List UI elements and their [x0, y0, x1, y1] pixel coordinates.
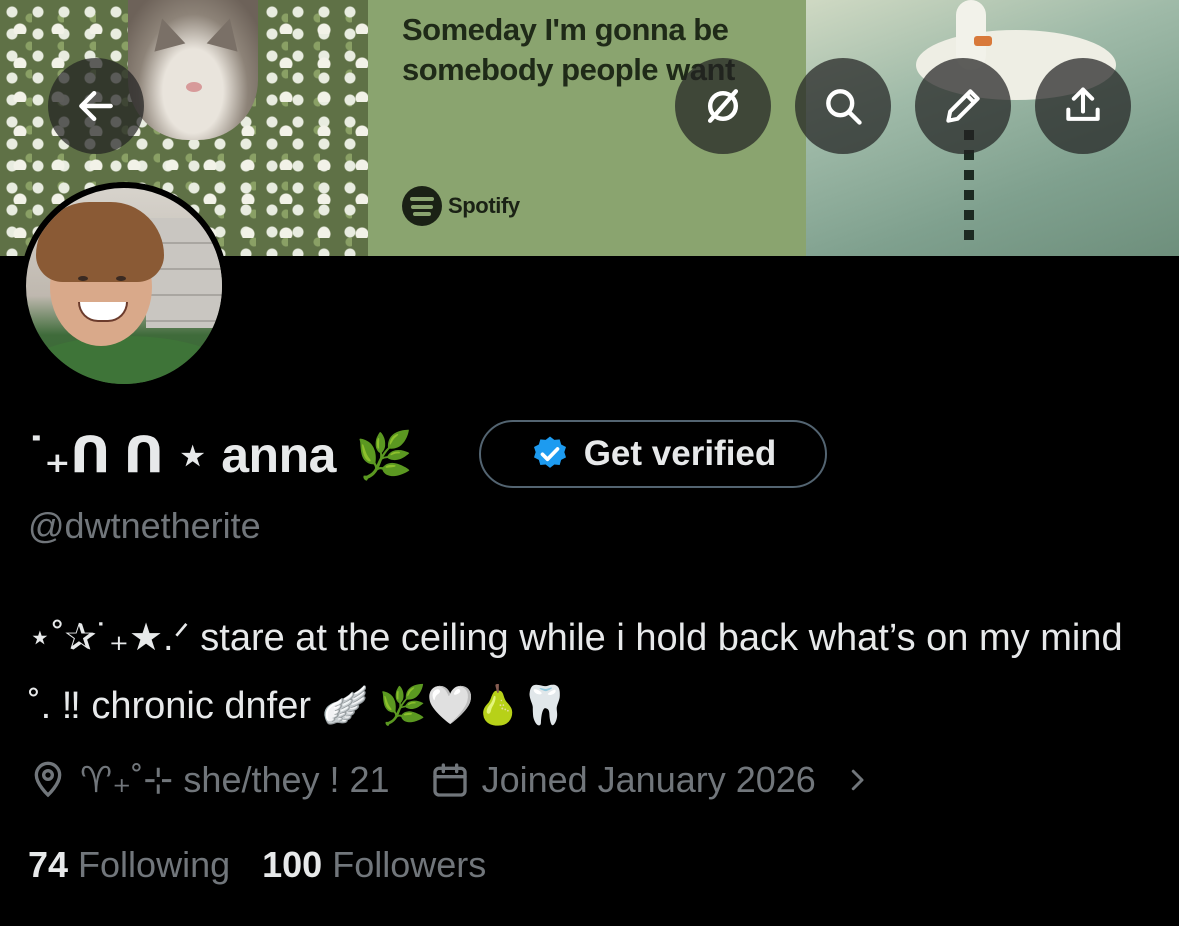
back-button[interactable] — [48, 58, 144, 154]
calendar-icon — [432, 763, 467, 797]
share-icon — [1066, 87, 1100, 121]
following-count: 74 — [28, 844, 69, 885]
user-handle: @dwtnetherite — [28, 505, 261, 546]
profile-meta-row: ♈︎₊˚⊹ she/they ! 21 Joined January 2026 — [28, 752, 872, 808]
following-label: Following — [78, 844, 231, 885]
followers-link[interactable]: 100 Followers — [262, 844, 486, 886]
avatar[interactable] — [20, 182, 228, 390]
location-text: ♈︎₊˚⊹ she/they ! 21 — [80, 759, 390, 800]
spotify-wordmark: Spotify — [448, 193, 520, 218]
pencil-icon — [946, 89, 980, 123]
get-verified-button[interactable]: Get verified — [479, 420, 827, 488]
spotify-logo: Spotify — [402, 186, 520, 226]
grok-button[interactable] — [675, 58, 771, 154]
followers-count: 100 — [262, 844, 323, 885]
get-verified-label: Get verified — [583, 434, 777, 473]
display-name-row: ˙₊ᑎ ᑎ ⋆ anna 🌿 — [28, 418, 413, 492]
edit-button[interactable] — [915, 58, 1011, 154]
avatar-eye — [78, 276, 88, 281]
follow-stats-row: 74 Following 100 Followers — [28, 838, 486, 892]
avatar-hair — [36, 202, 164, 282]
joined-date-text: Joined January 2026 — [481, 759, 816, 800]
spotify-icon — [402, 186, 442, 226]
location-item: ♈︎₊˚⊹ she/they ! 21 — [28, 759, 390, 801]
search-button[interactable] — [795, 58, 891, 154]
cat-nose — [186, 82, 202, 92]
search-icon — [826, 89, 862, 125]
joined-date-item[interactable]: Joined January 2026 — [430, 759, 872, 801]
swan-beak — [974, 36, 992, 46]
location-pin-icon — [34, 761, 62, 798]
profile-bio: ⋆˚✰˙₊★.ᐟ stare at the ceiling while i ho… — [28, 617, 1134, 727]
chevron-right-icon — [851, 769, 864, 791]
followers-label: Followers — [332, 844, 487, 885]
avatar-eye — [116, 276, 126, 281]
avatar-shirt — [26, 336, 222, 384]
following-link[interactable]: 74 Following — [28, 844, 230, 886]
display-name: ˙₊ᑎ ᑎ ⋆ anna — [28, 427, 336, 483]
herb-emoji: 🌿 — [355, 428, 414, 481]
slash-circle-icon — [707, 89, 739, 123]
arrow-left-icon — [79, 90, 113, 122]
verified-badge-icon — [533, 436, 566, 468]
share-button[interactable] — [1035, 58, 1131, 154]
